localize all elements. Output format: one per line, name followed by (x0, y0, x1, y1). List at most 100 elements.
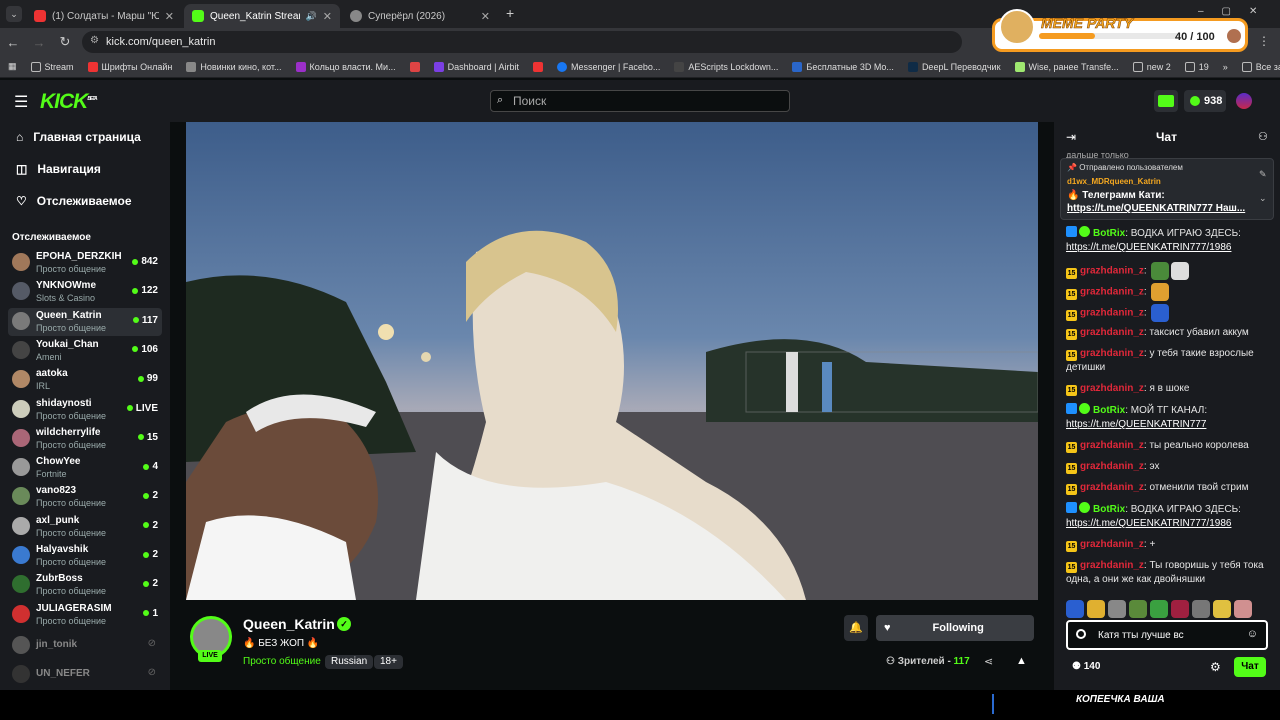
emote-icon[interactable] (1234, 600, 1252, 618)
bookmark-item[interactable]: Шрифты Онлайн (87, 61, 172, 72)
bookmark-item[interactable]: new 2 (1132, 61, 1171, 72)
bookmark-item[interactable]: Кольцо власти. Ми... (295, 61, 396, 72)
back-icon[interactable]: ← (0, 35, 26, 50)
channel-item[interactable]: wildcherrylife Просто общение 15 (8, 425, 162, 453)
window-controls[interactable]: –▢✕ (1198, 6, 1275, 17)
site-info-icon[interactable]: ⚙ (90, 35, 99, 46)
smile-icon[interactable]: ☺ (1247, 628, 1258, 640)
nav-following[interactable]: ♡ Отслеживаемое (16, 194, 132, 208)
chat-username[interactable]: grazhdanin_z (1080, 308, 1144, 319)
gear-icon[interactable]: ⚙ (1210, 660, 1221, 674)
chat-username[interactable]: BotRix (1093, 504, 1125, 515)
channel-item[interactable]: Youkai_Chan Ameni 106 (8, 337, 162, 365)
emote-icon[interactable] (1192, 600, 1210, 618)
share-icon[interactable]: ⋖ (984, 655, 993, 668)
emote-icon[interactable] (1171, 600, 1189, 618)
channel-item[interactable]: ChowYee Fortnite 4 (8, 454, 162, 482)
tag-language[interactable]: Russian (325, 655, 374, 669)
nav-browse[interactable]: ◫ Навигация (16, 162, 101, 176)
browser-menu-icon[interactable]: ⋮ (1258, 34, 1270, 48)
emote-icon[interactable] (1129, 600, 1147, 618)
following-button[interactable]: ♥ Following (876, 615, 1034, 641)
speaker-icon[interactable]: 🔊 (306, 11, 317, 22)
chat-username[interactable]: grazhdanin_z (1080, 348, 1144, 359)
new-tab-button[interactable]: + (506, 5, 514, 21)
emote-icon[interactable] (1150, 600, 1168, 618)
emote-icon[interactable] (1066, 600, 1084, 618)
chat-username[interactable]: grazhdanin_z (1080, 383, 1144, 394)
chat-username[interactable]: grazhdanin_z (1080, 440, 1144, 451)
channel-item[interactable]: vano823 Просто общение 2 (8, 483, 162, 511)
kick-logo[interactable]: KICKBETA (40, 90, 98, 114)
chat-username[interactable]: BotRix (1093, 405, 1125, 416)
chat-username[interactable]: grazhdanin_z (1080, 539, 1144, 550)
channel-item[interactable]: ZubrBoss Просто общение 2 (8, 571, 162, 599)
channel-item[interactable]: JULIAGERASIM Просто общение 1 (8, 601, 162, 629)
channel-item[interactable]: shidaynosti Просто общение LIVE (8, 396, 162, 424)
collapse-chat-icon[interactable]: ⇥ (1066, 130, 1076, 144)
tab-2[interactable]: Queen_Katrin Stream - Watc 🔊 ✕ (184, 4, 340, 28)
menu-icon[interactable]: ☰ (14, 92, 28, 112)
bookmark-item[interactable] (532, 61, 543, 72)
forward-icon[interactable]: → (26, 35, 52, 50)
channel-item[interactable]: YNKNOWme Slots & Casino 122 (8, 278, 162, 306)
search-input[interactable]: ⌕ Поиск (490, 90, 790, 112)
more-bookmarks-icon[interactable]: » (1223, 62, 1228, 72)
unpin-icon[interactable]: ✎ (1259, 169, 1267, 180)
bookmark-item[interactable]: Бесплатные 3D Мо... (792, 61, 894, 72)
chevron-down-icon[interactable]: ⌄ (1259, 193, 1267, 204)
chat-username[interactable]: grazhdanin_z (1080, 560, 1144, 571)
bookmark-item[interactable]: Dashboard | Airbit (433, 61, 519, 72)
chat-link[interactable]: https://t.me/QUEENKATRIN777/1986 (1066, 242, 1231, 253)
channel-item[interactable]: Queen_Katrin Просто общение 117 (8, 307, 162, 336)
bookmark-item[interactable]: AEScripts Lockdown... (674, 61, 778, 72)
chat-username[interactable]: grazhdanin_z (1080, 461, 1144, 472)
report-icon[interactable]: ▲ (1016, 655, 1027, 667)
chat-input[interactable]: Катя тты лучше вс ☺ (1066, 620, 1268, 650)
bookmark-item[interactable]: Messenger | Facebo... (556, 61, 660, 72)
close-tab-icon[interactable]: ✕ (323, 10, 332, 23)
tag-age[interactable]: 18+ (374, 655, 403, 669)
tab-search-button[interactable]: ⌄ (6, 6, 22, 22)
channel-offline[interactable]: jin_tonik ⊘ (8, 632, 162, 660)
chat-link[interactable]: https://t.me/QUEENKATRIN777 (1066, 419, 1206, 430)
channel-offline[interactable]: UN_NEFER ⊘ (8, 661, 162, 689)
pinned-link[interactable]: https://t.me/QUEENKATRIN777 Наш... (1067, 203, 1245, 214)
chat-username[interactable]: grazhdanin_z (1080, 482, 1144, 493)
bookmark-item[interactable]: DeepL Переводчик (907, 61, 1001, 72)
channel-item[interactable]: aatoka IRL 99 (8, 366, 162, 394)
bookmark-item[interactable] (409, 61, 420, 72)
gift-icon[interactable] (1154, 90, 1178, 112)
emote-icon[interactable] (1087, 600, 1105, 618)
video-player[interactable] (186, 122, 1038, 600)
chat-link[interactable]: https://t.me/QUEENKATRIN777/1986 (1066, 518, 1231, 529)
streamer-name[interactable]: Queen_Katrin (243, 616, 335, 632)
bookmark-item[interactable]: 19 (1184, 61, 1209, 72)
bookmark-item[interactable]: Новинки кино, кот... (186, 61, 282, 72)
emote-icon[interactable] (1108, 600, 1126, 618)
user-avatar[interactable] (1236, 93, 1252, 109)
send-chat-button[interactable]: Чат (1234, 657, 1266, 677)
points-button[interactable]: 938 (1184, 90, 1226, 112)
apps-icon[interactable]: ▦ (8, 61, 17, 72)
chat-points[interactable]: ⚉ 140 (1072, 661, 1100, 672)
notification-bell-icon[interactable]: 🔔 (844, 615, 868, 641)
channel-item[interactable]: EPOHA_DERZKIH Просто общение 842 (8, 249, 162, 277)
emote-picker-icon[interactable] (1076, 629, 1086, 639)
bookmark-item[interactable]: Stream (30, 61, 74, 72)
users-icon[interactable]: ⚇ (1258, 130, 1268, 143)
nav-home[interactable]: ⌂ Главная страница (16, 130, 141, 144)
url-field[interactable]: ⚙ kick.com/queen_katrin (82, 31, 962, 53)
chat-username[interactable]: grazhdanin_z (1080, 266, 1144, 277)
all-bookmarks[interactable]: Все закладки (1241, 61, 1280, 72)
channel-item[interactable]: Halyavshik Просто общение 2 (8, 542, 162, 570)
close-tab-icon[interactable]: ✕ (165, 10, 174, 23)
chat-username[interactable]: BotRix (1093, 228, 1125, 239)
chat-username[interactable]: grazhdanin_z (1080, 327, 1144, 338)
reload-icon[interactable]: ↻ (52, 34, 78, 50)
tab-1[interactable]: (1) Солдаты - Марш "Юность... ✕ (26, 4, 182, 28)
tab-3[interactable]: Суперёрл (2026) ✕ (342, 4, 498, 28)
pinned-message[interactable]: 📌 Отправлено пользователем d1wx_MDRqueen… (1060, 158, 1274, 220)
stream-category[interactable]: Просто общение (243, 656, 321, 667)
chat-username[interactable]: grazhdanin_z (1080, 287, 1144, 298)
